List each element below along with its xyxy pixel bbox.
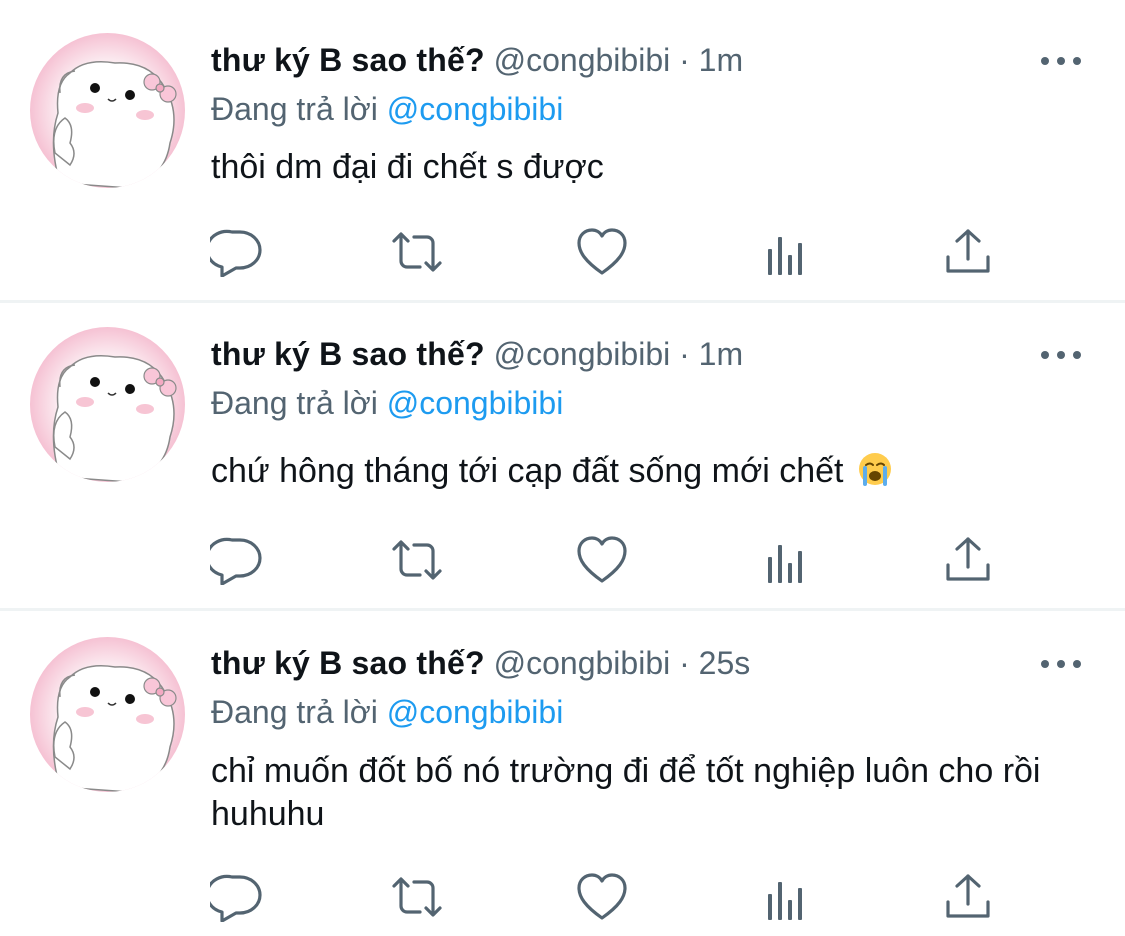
replying-to-handle[interactable]: @congbibibi xyxy=(387,385,564,421)
more-options-icon[interactable] xyxy=(1041,345,1081,365)
display-name[interactable]: thư ký B sao thế? xyxy=(211,645,485,681)
replying-to: Đang trả lời @congbibibi xyxy=(211,690,563,734)
views-icon[interactable] xyxy=(760,535,814,585)
reply-icon[interactable] xyxy=(210,535,264,585)
avatar[interactable] xyxy=(30,33,185,188)
separator-dot: · xyxy=(679,336,690,372)
loudly-crying-face-icon xyxy=(858,453,891,486)
share-icon[interactable] xyxy=(941,227,995,277)
separator-dot: · xyxy=(679,645,690,681)
replying-to: Đang trả lời @congbibibi xyxy=(211,87,563,131)
reply-icon[interactable] xyxy=(210,227,264,277)
avatar[interactable] xyxy=(30,327,185,482)
tweet-text-container: chứ hông tháng tới cạp đất sống mới chết xyxy=(211,450,1091,493)
tweet-actions xyxy=(210,535,1000,585)
tweet-text: thôi dm đại đi chết s được xyxy=(211,148,604,186)
avatar[interactable] xyxy=(30,637,185,792)
user-handle[interactable]: @congbibibi xyxy=(494,42,671,78)
like-icon[interactable] xyxy=(575,872,629,922)
timestamp[interactable]: 1m xyxy=(699,336,743,372)
timestamp[interactable]: 1m xyxy=(699,42,743,78)
retweet-icon[interactable] xyxy=(390,227,444,277)
like-icon[interactable] xyxy=(575,227,629,277)
tweet-actions xyxy=(210,872,1000,922)
tweet-actions xyxy=(210,227,1000,277)
avatar-image xyxy=(30,33,185,188)
share-icon[interactable] xyxy=(941,535,995,585)
like-icon[interactable] xyxy=(575,535,629,585)
views-icon[interactable] xyxy=(760,227,814,277)
replying-to: Đang trả lời @congbibibi xyxy=(211,381,563,425)
separator-dot: · xyxy=(679,42,690,78)
tweet[interactable]: thư ký B sao thế? @congbibibi · 25s Đang… xyxy=(0,610,1125,936)
tweet[interactable]: thư ký B sao thế? @congbibibi · 1m Đang … xyxy=(0,300,1125,610)
tweet-header: thư ký B sao thế? @congbibibi · 25s xyxy=(211,641,750,685)
avatar-image xyxy=(30,637,185,792)
retweet-icon[interactable] xyxy=(390,535,444,585)
share-icon[interactable] xyxy=(941,872,995,922)
reply-icon[interactable] xyxy=(210,872,264,922)
avatar-image xyxy=(30,327,185,482)
tweet-text: chỉ muốn đốt bố nó trường đi để tốt nghi… xyxy=(211,752,1041,833)
tweet-text: chứ hông tháng tới cạp đất sống mới chết xyxy=(211,452,844,490)
tweet[interactable]: thư ký B sao thế? @congbibibi · 1m Đang … xyxy=(0,0,1125,300)
replying-to-label: Đang trả lời xyxy=(211,694,378,730)
more-options-icon[interactable] xyxy=(1041,654,1081,674)
retweet-icon[interactable] xyxy=(390,872,444,922)
replying-to-label: Đang trả lời xyxy=(211,385,378,421)
tweet-header: thư ký B sao thế? @congbibibi · 1m xyxy=(211,332,743,376)
display-name[interactable]: thư ký B sao thế? xyxy=(211,42,485,78)
user-handle[interactable]: @congbibibi xyxy=(494,336,671,372)
display-name[interactable]: thư ký B sao thế? xyxy=(211,336,485,372)
views-icon[interactable] xyxy=(760,872,814,922)
user-handle[interactable]: @congbibibi xyxy=(494,645,671,681)
more-options-icon[interactable] xyxy=(1041,51,1081,71)
tweet-header: thư ký B sao thế? @congbibibi · 1m xyxy=(211,38,743,82)
replying-to-label: Đang trả lời xyxy=(211,91,378,127)
replying-to-handle[interactable]: @congbibibi xyxy=(387,694,564,730)
replying-to-handle[interactable]: @congbibibi xyxy=(387,91,564,127)
timestamp[interactable]: 25s xyxy=(699,645,751,681)
